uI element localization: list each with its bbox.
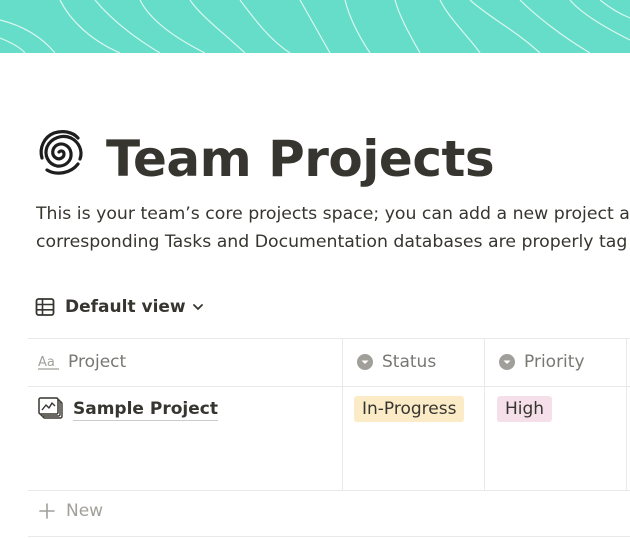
cover-pattern (0, 0, 630, 53)
svg-text:Aa: Aa (38, 355, 55, 370)
column-divider (342, 338, 343, 490)
table-icon (35, 298, 55, 316)
view-switcher-button[interactable]: Default view (35, 294, 204, 320)
select-property-icon (357, 354, 373, 370)
header-divider (28, 386, 630, 387)
column-header-priority[interactable]: Priority (498, 338, 624, 386)
page-cover[interactable] (0, 0, 630, 53)
description-line: corresponding Tasks and Documentation da… (36, 232, 628, 252)
select-property-icon (499, 354, 515, 370)
column-divider (484, 338, 485, 490)
page-title[interactable]: Team Projects (106, 124, 495, 194)
spiral-icon[interactable] (33, 126, 85, 178)
view-label: Default view (65, 297, 186, 317)
column-header-label: Status (382, 352, 437, 372)
column-header-status[interactable]: Status (356, 338, 482, 386)
new-row-label: New (66, 501, 104, 521)
column-divider (626, 338, 627, 490)
chart-document-icon (38, 397, 63, 419)
status-tag[interactable]: In-Progress (354, 396, 465, 422)
project-name: Sample Project (73, 398, 218, 421)
title-property-icon: Aa (38, 355, 59, 370)
plus-icon (39, 503, 55, 519)
chevron-down-icon (192, 304, 203, 310)
add-new-row-button[interactable]: New (38, 501, 103, 521)
description-line: This is your team’s core projects space;… (36, 204, 630, 224)
column-header-label: Project (68, 352, 127, 372)
column-header-label: Priority (524, 352, 585, 372)
table-bottom-border (28, 536, 630, 537)
row-divider (28, 490, 630, 491)
table-row-title[interactable]: Sample Project (38, 396, 218, 422)
priority-tag[interactable]: High (497, 396, 553, 422)
page-description[interactable]: This is your team’s core projects space;… (36, 200, 630, 256)
column-header-project[interactable]: Aa Project (38, 338, 338, 386)
